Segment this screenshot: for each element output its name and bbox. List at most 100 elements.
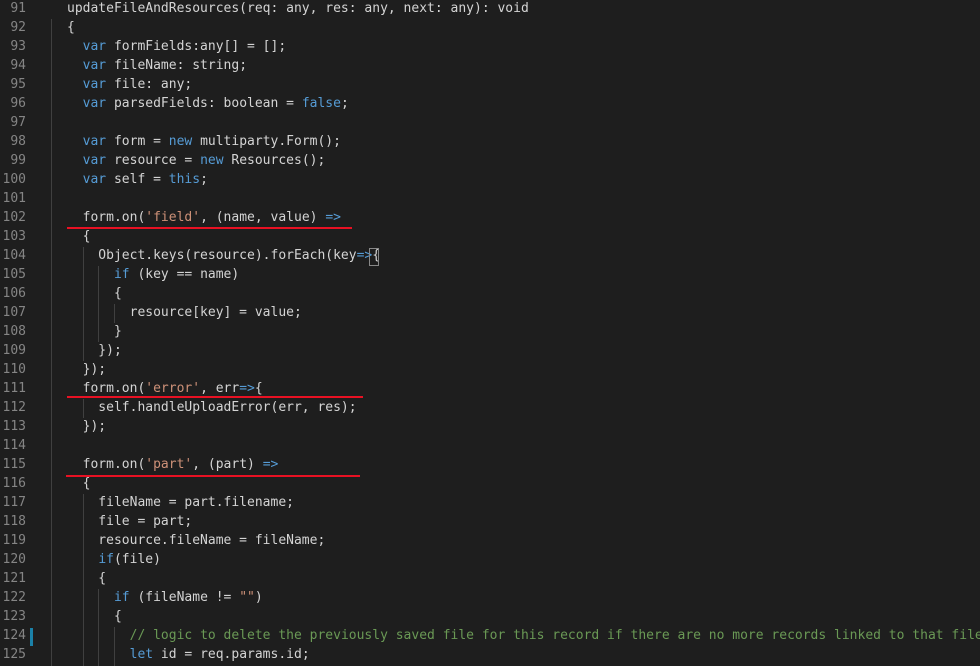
code-text[interactable]: } [67,322,122,341]
code-line[interactable]: 112 self.handleUploadError(err, res); [0,398,980,417]
code-line[interactable]: 101 [0,189,980,208]
code-token: false [301,96,341,111]
code-text[interactable]: }); [67,341,122,360]
code-line[interactable]: 92 { [0,18,980,37]
code-text[interactable]: }); [67,360,107,379]
code-line[interactable]: 109 }); [0,341,980,360]
code-line[interactable]: 110 }); [0,360,980,379]
code-text[interactable]: var parsedFields: boolean = false; [67,94,349,113]
code-token: updateFileAndResources(req: any, res: an… [67,1,529,16]
code-text[interactable]: var form = new multiparty.Form(); [67,132,341,151]
code-token: 'error' [145,381,201,396]
code-text[interactable]: resource.fileName = fileName; [67,531,325,550]
line-number: 112 [2,400,26,415]
annotation-underline-part [66,475,360,477]
code-line[interactable]: 118 file = part; [0,512,980,531]
code-text[interactable]: updateFileAndResources(req: any, res: an… [67,0,529,18]
code-text[interactable]: form.on('part', (part) => [67,455,279,474]
code-line[interactable]: 103 { [0,227,980,246]
code-text[interactable]: // logic to delete the previously saved … [67,626,980,645]
line-number: 94 [10,58,26,73]
line-number: 104 [2,248,26,263]
code-text[interactable]: { [67,607,122,626]
code-line[interactable]: 117 fileName = part.filename; [0,493,980,512]
code-line[interactable]: 113 }); [0,417,980,436]
code-text[interactable]: form.on('field', (name, value) => [67,208,341,227]
code-text[interactable]: var fileName: string; [67,56,247,75]
code-text[interactable]: { [67,227,91,246]
code-token: { [67,286,122,301]
code-text[interactable]: var formFields:any[] = []; [67,37,287,56]
code-text[interactable]: var file: any; [67,75,193,94]
code-line[interactable]: 99 var resource = new Resources(); [0,151,980,170]
code-line[interactable]: 96 var parsedFields: boolean = false; [0,94,980,113]
code-line[interactable]: 107 resource[key] = value; [0,303,980,322]
code-line[interactable]: 91 updateFileAndResources(req: any, res: … [0,0,980,18]
line-number: 99 [10,153,26,168]
code-line[interactable]: 108 } [0,322,980,341]
code-line[interactable]: 98 var form = new multiparty.Form(); [0,132,980,151]
code-text[interactable]: file = part; [67,512,192,531]
code-text[interactable]: fileName = part.filename; [67,493,294,512]
code-line[interactable]: 125 let id = req.params.id; [0,645,980,664]
code-line[interactable]: 94 var fileName: string; [0,56,980,75]
line-number: 119 [2,533,26,548]
line-number: 111 [2,381,26,396]
code-text[interactable]: Object.keys(resource).forEach(key=>{ [67,246,380,265]
code-text[interactable]: resource[key] = value; [67,303,302,322]
code-line[interactable]: 114 [0,436,980,455]
line-number: 95 [10,77,26,92]
code-line[interactable]: 121 { [0,569,980,588]
code-line[interactable]: 123 { [0,607,980,626]
code-text[interactable]: }); [67,417,107,436]
code-line[interactable]: 115 form.on('part', (part) => [0,455,980,474]
line-number: 120 [2,552,26,567]
code-line[interactable]: 100 var self = this; [0,170,980,189]
code-token: form = [106,134,169,149]
code-token: if [113,267,130,282]
code-line[interactable]: 97 [0,113,980,132]
code-line[interactable]: 105 if (key == name) [0,265,980,284]
code-token: // logic to delete the previously saved … [129,628,980,643]
line-number: 107 [2,305,26,320]
indent-guide [98,589,99,666]
code-line[interactable]: 95 var file: any; [0,75,980,94]
code-token: file = part; [67,514,193,529]
code-line[interactable]: 93 var formFields:any[] = []; [0,37,980,56]
code-text[interactable]: { [67,569,106,588]
code-text[interactable]: if(file) [67,550,161,569]
code-line[interactable]: 122 if (fileName != "") [0,588,980,607]
code-token: resource = [106,153,201,168]
code-editor[interactable]: 91 updateFileAndResources(req: any, res: … [0,0,980,666]
code-line[interactable]: 124 // logic to delete the previously sa… [0,626,980,645]
code-line[interactable]: 102 form.on('field', (name, value) => [0,208,980,227]
code-text[interactable]: if (fileName != "") [67,588,263,607]
code-text[interactable]: if (key == name) [67,265,239,284]
annotation-underline-error [67,396,363,398]
line-number: 123 [2,609,26,624]
code-text[interactable]: self.handleUploadError(err, res); [67,398,356,417]
code-token: let [129,647,154,662]
code-text[interactable]: var self = this; [67,170,208,189]
line-number: 116 [2,476,26,491]
code-text[interactable]: { [67,284,122,303]
code-line[interactable]: 119 resource.fileName = fileName; [0,531,980,550]
code-token: form.on( [67,457,146,472]
line-number: 102 [2,210,26,225]
code-token: => [239,381,255,396]
code-line[interactable]: 106 { [0,284,980,303]
code-token: form.on( [67,381,146,396]
line-number: 91 [10,1,26,16]
code-line[interactable]: 120 if(file) [0,550,980,569]
code-text[interactable]: let id = req.params.id; [67,645,310,664]
line-number: 105 [2,267,26,282]
code-text[interactable]: var resource = new Resources(); [67,151,326,170]
code-token: { [67,609,122,624]
code-text[interactable]: { [67,18,75,37]
code-token: resource.fileName = fileName; [67,533,326,548]
code-line[interactable]: 104 Object.keys(resource).forEach(key=>{ [0,246,980,265]
code-token: ; [340,96,349,111]
code-token: var [82,96,107,111]
